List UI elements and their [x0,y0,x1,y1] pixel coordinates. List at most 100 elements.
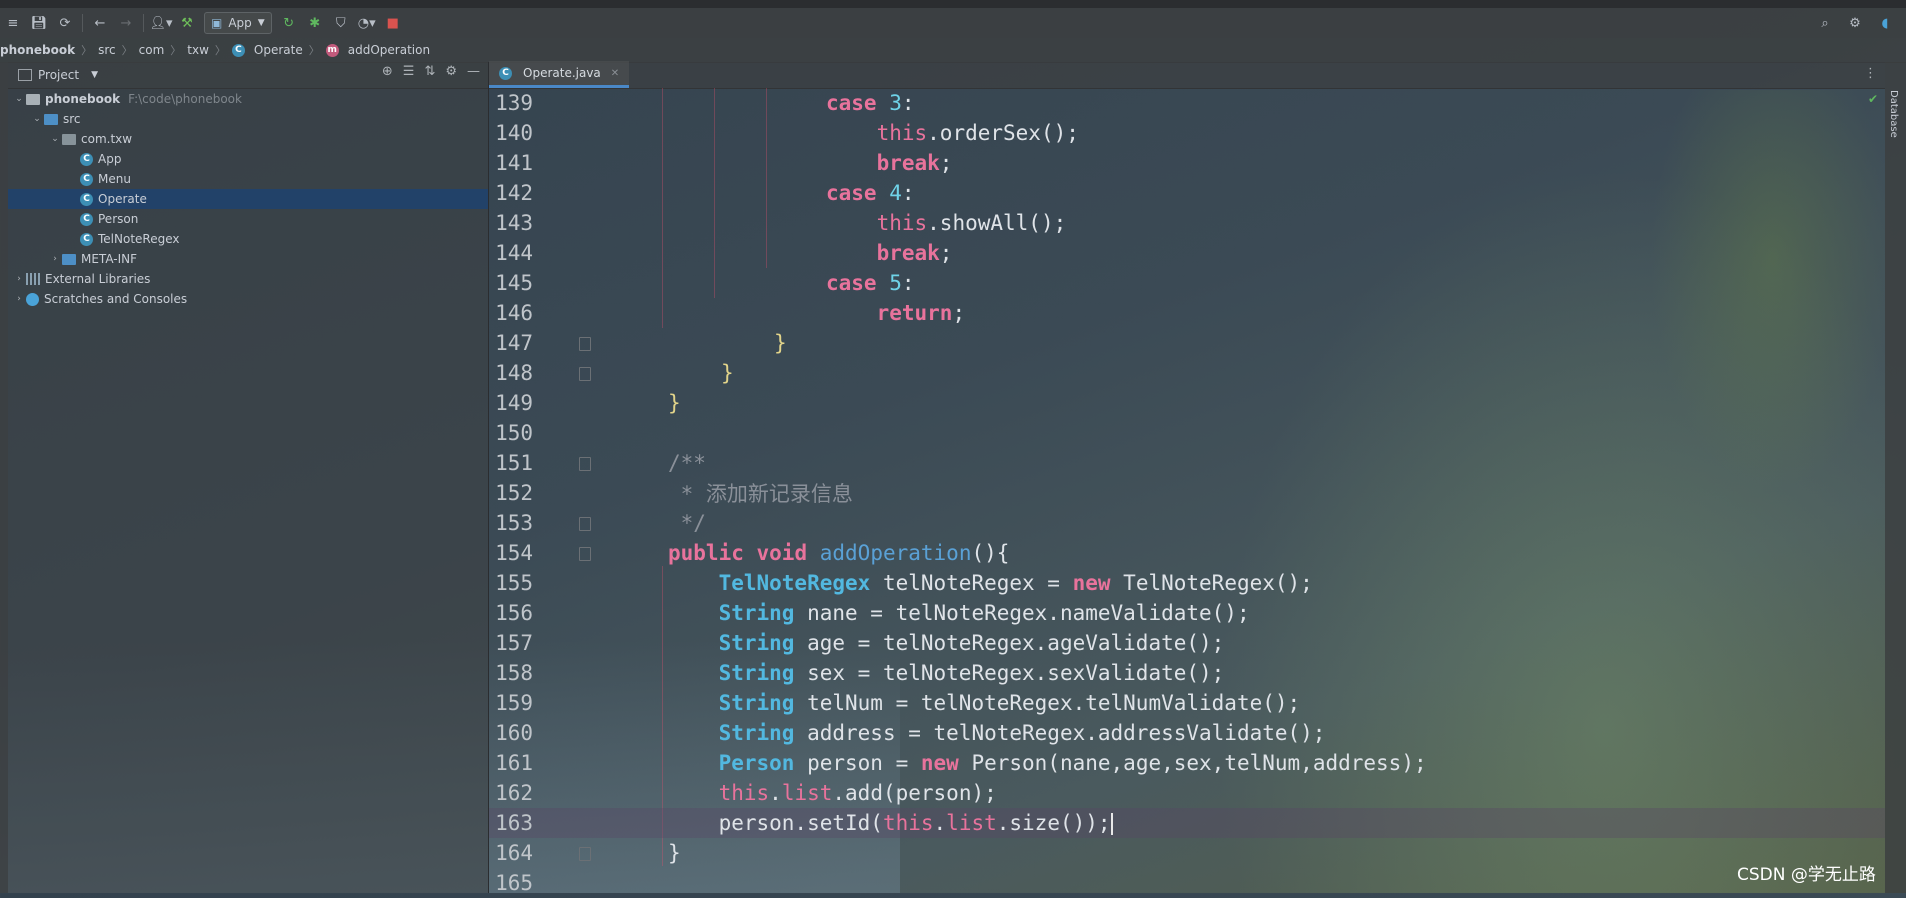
code-line[interactable]: 158 String sex = telNoteRegex.sexValidat… [489,658,1885,688]
back-icon[interactable]: ← [87,11,113,35]
rerun-icon[interactable]: ↻ [276,11,302,35]
run-configuration-select[interactable]: ▣ App ▼ [204,12,272,34]
close-icon[interactable]: ✕ [611,68,619,79]
chevron-right-icon[interactable]: › [12,274,26,284]
code-line[interactable]: 140 this.orderSex(); [489,118,1885,148]
project-view-select[interactable]: Project ▼ [18,68,98,82]
tree-item[interactable]: ⌄ phonebook F:\code\phonebook [8,89,488,109]
search-icon[interactable]: ⌕ [1812,11,1838,35]
code-text: Person person = new Person(nane,age,sex,… [718,751,1427,775]
profiler-icon[interactable]: ◔▾ [354,11,380,35]
left-tool-strip[interactable] [0,62,8,893]
locate-icon[interactable]: ⊕ [382,64,393,79]
code-text: this.showAll(); [876,211,1067,235]
fold-marker-icon[interactable] [579,337,591,351]
code-line[interactable]: 150 [489,418,1885,448]
code-line[interactable]: 164} [489,838,1885,868]
fold-marker-icon[interactable] [579,517,591,531]
watermark: CSDN @学无止路 [1737,865,1876,885]
breadcrumb-src[interactable]: src [98,43,116,57]
code-text: String address = telNoteRegex.addressVal… [718,721,1326,745]
expand-all-icon[interactable]: ☰ [403,64,415,79]
more-options-icon[interactable]: ⋮ [1864,66,1877,81]
chevron-down-icon[interactable]: ⌄ [12,94,26,104]
code-line[interactable]: 162 this.list.add(person); [489,778,1885,808]
code-line[interactable]: 161 Person person = new Person(nane,age,… [489,748,1885,778]
save-all-icon[interactable]: 💾︎ [26,11,52,35]
breadcrumb-separator: 〉 [308,44,320,57]
code-line[interactable]: 165 [489,868,1885,898]
breadcrumb-class[interactable]: C Operate [231,43,303,57]
collapse-all-icon[interactable]: ⇅ [424,64,435,79]
fold-marker-icon[interactable] [579,457,591,471]
code-line[interactable]: 157 String age = telNoteRegex.ageValidat… [489,628,1885,658]
tree-item[interactable]: C TelNoteRegex [8,229,488,249]
breadcrumb-com[interactable]: com [139,43,165,57]
tree-item[interactable]: C Menu [8,169,488,189]
tree-item[interactable]: ⌄ com.txw [8,129,488,149]
code-area[interactable]: 139 case 3: 140 this.orderSex(); 141 break;… [489,88,1885,895]
chevron-right-icon[interactable]: › [48,254,62,264]
code-text: } [721,361,734,385]
tree-item[interactable]: › External Libraries [8,269,488,289]
tree-item[interactable]: › META-INF [8,249,488,269]
code-line[interactable]: 139 case 3: [489,88,1885,118]
forward-icon[interactable]: → [113,11,139,35]
code-line[interactable]: 149} [489,388,1885,418]
code-line[interactable]: 143 this.showAll(); [489,208,1885,238]
line-number: 147 [495,331,533,355]
build-hammer-icon[interactable]: ⚒ [174,11,200,35]
gear-icon[interactable]: ⚙ [445,64,457,79]
tree-item[interactable]: C Operate [8,189,488,209]
line-number: 156 [495,601,533,625]
debug-bug-icon[interactable]: ✱ [302,11,328,35]
menu-icon[interactable]: ≡ [0,11,26,35]
code-line[interactable]: 160 String address = telNoteRegex.addres… [489,718,1885,748]
stop-icon[interactable]: ■ [380,11,406,35]
gear-icon[interactable]: ⚙ [1842,11,1868,35]
code-line[interactable]: 142 case 4: [489,178,1885,208]
code-text: this.orderSex(); [876,121,1079,145]
code-line[interactable]: 141 break; [489,148,1885,178]
hide-icon[interactable]: — [467,64,480,79]
code-line[interactable]: 152 * 添加新记录信息 [489,478,1885,508]
tree-item[interactable]: C Person [8,209,488,229]
code-line[interactable]: 146 return; [489,298,1885,328]
chevron-right-icon[interactable]: › [12,294,26,304]
inspection-ok-icon[interactable]: ✔ [1868,92,1878,106]
plugin-icon[interactable]: ◖ [1872,11,1898,35]
line-number: 157 [495,631,533,655]
tree-item[interactable]: ⌄ src [8,109,488,129]
code-line[interactable]: 145 case 5: [489,268,1885,298]
code-line[interactable]: 147} [489,328,1885,358]
tab-operate-java[interactable]: C Operate.java ✕ [489,61,630,88]
fold-marker-icon[interactable] [579,547,591,561]
chevron-down-icon[interactable]: ⌄ [30,114,44,124]
run-config-icon: ▣ [211,16,223,30]
breadcrumb-project[interactable]: phonebook [0,43,75,57]
code-line[interactable]: 148} [489,358,1885,388]
code-line[interactable]: 159 String telNum = telNoteRegex.telNumV… [489,688,1885,718]
sync-icon[interactable]: ⟳ [52,11,78,35]
class-icon: C [80,212,93,226]
tree-item[interactable]: › Scratches and Consoles [8,289,488,309]
code-line[interactable]: 154 public void addOperation(){ [489,538,1885,568]
fold-marker-icon[interactable] [579,847,591,861]
database-tool-button[interactable]: Database [1888,90,1899,138]
breadcrumb-txw[interactable]: txw [187,43,209,57]
user-icon[interactable]: 👤︎▾ [148,11,174,35]
line-number: 159 [495,691,533,715]
code-line[interactable]: 155 TelNoteRegex telNoteRegex = new TelN… [489,568,1885,598]
coverage-shield-icon[interactable]: ⛉ [328,11,354,35]
code-line[interactable]: 144 break; [489,238,1885,268]
code-line[interactable]: 153 */ [489,508,1885,538]
fold-marker-icon[interactable] [579,367,591,381]
code-line[interactable]: 151 /** [489,448,1885,478]
code-line[interactable]: 163 person.setId(this.list.size()); [489,808,1885,838]
code-line[interactable]: 156 String nane = telNoteRegex.nameValid… [489,598,1885,628]
chevron-down-icon[interactable]: ⌄ [48,134,62,144]
method-icon: m [325,43,339,57]
code-text: break; [876,151,953,175]
tree-item[interactable]: C App [8,149,488,169]
breadcrumb-method[interactable]: m addOperation [325,43,430,57]
